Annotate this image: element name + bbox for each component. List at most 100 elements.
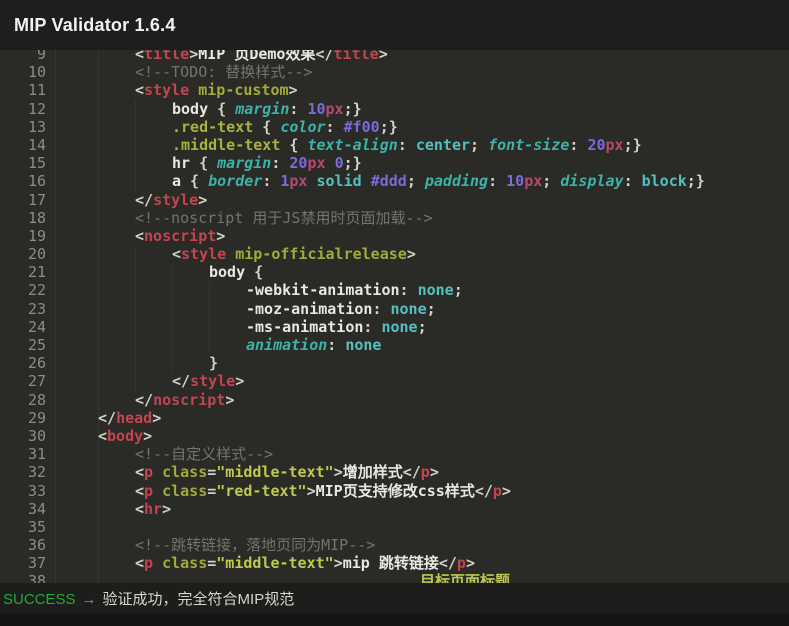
code-line: 10 <!--TODO: 替换样式--> (0, 63, 789, 81)
indent-guide (135, 100, 136, 118)
code-line: 28 </noscript> (0, 391, 789, 409)
code-line-text: </noscript> (135, 391, 234, 409)
code-line-text: <!--noscript 用于JS禁用时页面加载--> (135, 209, 433, 227)
code-line: 34 <hr> (0, 500, 789, 518)
line-number: 23 (0, 300, 46, 318)
line-number: 17 (0, 191, 46, 209)
status-arrow: → (76, 591, 103, 608)
code-line-text: 目标页面标题 (420, 572, 510, 583)
code-line-text: </head> (98, 409, 161, 427)
indent-guide (172, 336, 173, 354)
code-line: 26} (0, 354, 789, 372)
code-line-text: body { (209, 263, 263, 281)
code-line: 18 <!--noscript 用于JS禁用时页面加载--> (0, 209, 789, 227)
code-line: 23 -moz-animation: none; (0, 300, 789, 318)
line-number: 36 (0, 536, 46, 554)
code-line: 32 <p class="middle-text">增加样式</p> (0, 463, 789, 481)
indent-guide (135, 245, 136, 263)
code-line: 27</style> (0, 372, 789, 390)
code-line: 20 <style mip-officialrelease> (0, 245, 789, 263)
indent-guide (135, 136, 136, 154)
code-line-text: -ms-animation: none; (246, 318, 427, 336)
code-line-text: animation: none (246, 336, 381, 354)
line-number: 16 (0, 172, 46, 190)
code-line-text: } (209, 354, 218, 372)
indent-guide (135, 154, 136, 172)
indent-guide (135, 172, 136, 190)
code-line-text: a { border: 1px solid #ddd; padding: 10p… (172, 172, 705, 190)
code-line-text: <noscript> (135, 227, 225, 245)
code-line: 19 <noscript> (0, 227, 789, 245)
code-line: 15hr { margin: 20px 0;} (0, 154, 789, 172)
line-number: 20 (0, 245, 46, 263)
code-line-text: <p class="red-text">MIP页支持修改css样式</p> (135, 482, 511, 500)
code-line-text: body { margin: 10px;} (172, 100, 362, 118)
line-number: 25 (0, 336, 46, 354)
indent-guide (135, 372, 136, 390)
code-line-text: <p class="middle-text">mip 跳转链接</p> (135, 554, 475, 572)
line-number: 18 (0, 209, 46, 227)
line-number: 33 (0, 482, 46, 500)
code-line: 24 -ms-animation: none; (0, 318, 789, 336)
code-line: 22-webkit-animation: none; (0, 281, 789, 299)
line-number: 28 (0, 391, 46, 409)
line-number: 31 (0, 445, 46, 463)
status-bar: SUCCESS→验证成功，完全符合MIP规范 (0, 583, 789, 626)
status-message: 验证成功，完全符合MIP规范 (103, 591, 295, 608)
code-line-text: <!--TODO: 替换样式--> (135, 63, 312, 81)
line-number: 13 (0, 118, 46, 136)
line-number: 30 (0, 427, 46, 445)
line-number: 26 (0, 354, 46, 372)
status-badge: SUCCESS (3, 591, 76, 608)
code-line-text: <body> (98, 427, 152, 445)
code-lines: 9<title>MIP 页Demo效果</title>10<!--TODO: 替… (0, 45, 789, 583)
app-header: MIP Validator 1.6.4 (0, 0, 789, 50)
code-line-text: .red-text { color: #f00;} (172, 118, 398, 136)
line-number: 34 (0, 500, 46, 518)
code-line-text: -moz-animation: none; (246, 300, 436, 318)
indent-guide (172, 281, 173, 299)
code-line: 36 <!--跳转链接，落地页同为MIP--> (0, 536, 789, 554)
code-editor[interactable]: 9<title>MIP 页Demo效果</title>10<!--TODO: 替… (0, 0, 789, 583)
indent-guide (135, 263, 136, 281)
mip-validator-window: { "header": { "title": "MIP Validator 1.… (0, 0, 789, 626)
line-number: 10 (0, 63, 46, 81)
code-line: 33 <p class="red-text">MIP页支持修改css样式</p> (0, 482, 789, 500)
indent-guide (135, 354, 136, 372)
indent-guide (172, 354, 173, 372)
code-line-text: <style mip-officialrelease> (172, 245, 416, 263)
code-line-text: <!--跳转链接，落地页同为MIP--> (135, 536, 375, 554)
code-line-text: <style mip-custom> (135, 81, 298, 99)
indent-guide (172, 263, 173, 281)
code-line: 31 <!--自定义样式--> (0, 445, 789, 463)
code-line: 14 .middle-text { text-align: center; fon… (0, 136, 789, 154)
code-line-text: .middle-text { text-align: center; font-… (172, 136, 642, 154)
line-number: 32 (0, 463, 46, 481)
indent-guide (209, 300, 210, 318)
indent-guide (135, 318, 136, 336)
line-number: 14 (0, 136, 46, 154)
code-line: 21 body { (0, 263, 789, 281)
code-line: 37<p class="middle-text">mip 跳转链接</p> (0, 554, 789, 572)
line-number: 21 (0, 263, 46, 281)
code-line: 11<style mip-custom> (0, 81, 789, 99)
line-number: 27 (0, 372, 46, 390)
line-number: 24 (0, 318, 46, 336)
indent-guide (135, 300, 136, 318)
code-line-text: <hr> (135, 500, 171, 518)
indent-guide (209, 318, 210, 336)
code-line: 38目标页面标题 (0, 572, 789, 583)
indent-guide (135, 118, 136, 136)
indent-guide (209, 281, 210, 299)
line-number: 29 (0, 409, 46, 427)
app-title: MIP Validator 1.6.4 (14, 15, 176, 36)
code-line: 30 <body> (0, 427, 789, 445)
status-row: SUCCESS→验证成功，完全符合MIP规范 (0, 583, 789, 609)
code-line: 25 animation: none (0, 336, 789, 354)
indent-guide (135, 336, 136, 354)
code-line-text: <p class="middle-text">增加样式</p> (135, 463, 439, 481)
indent-guide (172, 300, 173, 318)
code-line-text: <!--自定义样式--> (135, 445, 273, 463)
code-line: 12body { margin: 10px;} (0, 100, 789, 118)
line-number: 19 (0, 227, 46, 245)
